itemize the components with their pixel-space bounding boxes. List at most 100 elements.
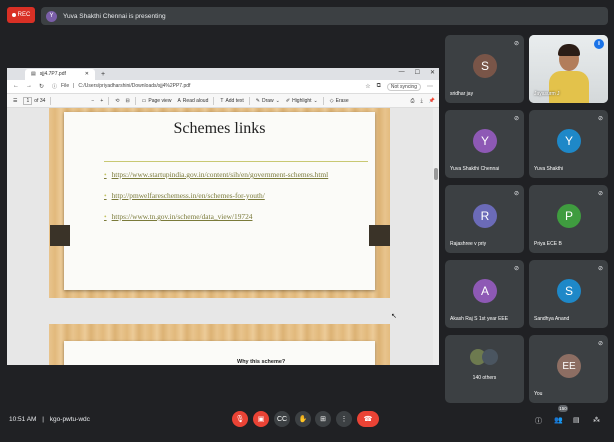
add-text-icon: T — [220, 97, 224, 104]
pdf-scrollbar[interactable] — [433, 108, 439, 365]
chat-icon[interactable]: ▤ — [573, 416, 580, 424]
leave-call-button[interactable]: ☎ — [357, 411, 379, 427]
highlight-button[interactable]: ✐ Highlight ⌄ — [286, 98, 318, 104]
add-text-label: Add text — [225, 97, 244, 104]
erase-label: Erase — [335, 97, 349, 104]
address-bar: ← → ↻ ⓘ File | C:/Users/priyadharshini/D… — [7, 80, 439, 94]
mic-off-icon: ⊘ — [513, 116, 519, 122]
slide-link-2[interactable]: • http://pmwelfareschemess.in/en/schemes-… — [104, 191, 265, 200]
people-icon[interactable]: 👥 — [554, 416, 563, 424]
hand-icon: ✋ — [298, 416, 308, 423]
others-count: 140 others — [472, 375, 497, 381]
favorite-star-icon[interactable]: ☆ — [365, 83, 370, 91]
pdf-toolbar: ☰ 1 of 34 − + ⟲ ⊟ ▭ Page view A Read aloud… — [7, 94, 439, 108]
draw-button[interactable]: ✎ Draw ⌄ — [256, 98, 280, 104]
recording-label: REC — [17, 12, 31, 18]
mic-off-icon: ⊘ — [597, 116, 603, 122]
presenting-banner: Y Yuva Shakthi Chennai is presenting — [41, 7, 608, 25]
participant-name: Priya ECE B — [534, 241, 562, 247]
highlight-label: Highlight — [292, 97, 312, 104]
mic-off-icon: ⊘ — [513, 191, 519, 197]
info-icon[interactable]: ⓘ — [535, 416, 542, 426]
back-icon[interactable]: ← — [13, 83, 19, 90]
participant-tile[interactable]: ⊘ Y Yuva Shakthi — [529, 110, 608, 178]
maximize-button[interactable]: ☐ — [415, 69, 420, 76]
refresh-icon[interactable]: ↻ — [39, 83, 44, 90]
others-tile[interactable]: 140 others — [445, 335, 524, 403]
present-icon: ⊞ — [320, 416, 326, 423]
camera-toggle-button[interactable]: ▣ — [253, 411, 269, 427]
forward-icon[interactable]: → — [26, 83, 32, 90]
page-number-input[interactable]: 1 — [23, 96, 33, 105]
pin-icon[interactable]: 📌 — [429, 98, 435, 104]
more-vert-icon: ⋮ — [340, 416, 348, 423]
mic-off-icon: ⊘ — [597, 341, 603, 347]
pdf-page-2: Why this scheme? — [49, 324, 390, 365]
avatar: A — [473, 279, 497, 303]
participant-tile[interactable]: ⊘ S sridhar jay — [445, 35, 524, 103]
participant-tile[interactable]: ⊘ S Sandhya Anand — [529, 260, 608, 328]
participant-tile[interactable]: ⊘ A Akash Raj S 1st year EEE — [445, 260, 524, 328]
browser-tab[interactable]: ▤ sjj4.7P7.pdf ✕ — [25, 68, 95, 80]
clock-time: 10:51 AM — [9, 416, 37, 423]
erase-button[interactable]: ◇ Erase — [330, 98, 349, 104]
highlight-icon: ✐ — [285, 97, 291, 104]
page-view-button[interactable]: ▭ Page view — [142, 98, 172, 104]
close-tab-icon[interactable]: ✕ — [85, 71, 89, 77]
participant-tile[interactable]: ⊘ P Priya ECE B — [529, 185, 608, 253]
present-button[interactable]: ⊞ — [315, 411, 331, 427]
slide-link-1[interactable]: • https://www.startupindia.gov.in/content… — [104, 170, 328, 179]
read-aloud-button[interactable]: A Read aloud — [177, 98, 208, 104]
contents-icon[interactable]: ☰ — [13, 98, 17, 104]
participant-tile-video[interactable]: ⦀ Jayasurm J — [529, 35, 608, 103]
captions-button[interactable]: CC — [274, 411, 290, 427]
video-person-body — [549, 71, 589, 103]
new-tab-button[interactable]: + — [101, 71, 105, 78]
pdf-page-1: Schemes links • https://www.startupindia.… — [49, 108, 390, 298]
mic-off-icon: ⊘ — [513, 266, 519, 272]
recording-badge: REC — [7, 7, 35, 23]
video-person-hair — [558, 44, 580, 56]
read-aloud-label: Read aloud — [182, 97, 209, 104]
minimize-button[interactable]: — — [399, 69, 405, 76]
self-tile[interactable]: ⊘ EE You — [529, 335, 608, 403]
mic-toggle-button[interactable]: 🎙 — [232, 411, 248, 427]
camera-off-icon: ▣ — [257, 416, 265, 423]
slide-title: Schemes links — [173, 120, 266, 137]
rotate-icon[interactable]: ⟲ — [115, 98, 119, 104]
avatar: S — [473, 54, 497, 78]
eraser-icon: ◇ — [329, 97, 334, 104]
title-divider — [104, 161, 368, 162]
pdf-viewer[interactable]: Schemes links • https://www.startupindia.… — [7, 108, 439, 365]
print-icon[interactable]: ⎙ — [411, 98, 415, 104]
url-path: C:/Users/priyadharshini/Downloads/sjj4%2… — [78, 83, 191, 89]
save-icon[interactable]: ⤓ — [421, 98, 423, 104]
avatar — [482, 349, 498, 365]
zoom-out-button[interactable]: − — [91, 98, 94, 104]
shared-screen: ▤ sjj4.7P7.pdf ✕ + — ☐ ✕ ← → ↻ ⓘ File | … — [7, 68, 439, 365]
add-text-button[interactable]: T Add text — [220, 98, 243, 104]
collections-icon[interactable]: ⧉ — [377, 83, 381, 91]
more-options-button[interactable]: ⋮ — [336, 411, 352, 427]
others-avatars — [470, 349, 500, 369]
call-end-icon: ☎ — [363, 416, 373, 423]
fit-page-icon[interactable]: ⊟ — [125, 98, 129, 104]
zoom-in-button[interactable]: + — [100, 98, 103, 104]
sync-button[interactable]: Not syncing — [386, 82, 421, 91]
participant-name: Rajashree v priy — [450, 241, 487, 247]
slide-link-3[interactable]: • https://www.tn.gov.in/scheme/data_view/… — [104, 212, 252, 221]
participant-tile[interactable]: ⊘ Y Yuva Shakthi Chennai — [445, 110, 524, 178]
raise-hand-button[interactable]: ✋ — [295, 411, 311, 427]
close-window-button[interactable]: ✕ — [430, 69, 435, 76]
meeting-info: 10:51 AM | kgo-pwtu-wdc — [9, 416, 90, 423]
activities-icon[interactable]: ⁂ — [593, 416, 600, 424]
time-separator: | — [42, 416, 44, 423]
presenting-text: Yuva Shakthi Chennai is presenting — [63, 12, 166, 20]
participant-name: You — [534, 391, 543, 397]
url-field[interactable]: ⓘ File | C:/Users/priyadharshini/Downloa… — [52, 83, 190, 90]
chevron-down-icon: ⌄ — [275, 97, 280, 104]
participant-tile[interactable]: ⊘ R Rajashree v priy — [445, 185, 524, 253]
scrollbar-thumb[interactable] — [434, 168, 438, 180]
browser-menu-icon[interactable]: ⋯ — [427, 83, 433, 91]
tab-title: sjj4.7P7.pdf — [39, 71, 66, 77]
